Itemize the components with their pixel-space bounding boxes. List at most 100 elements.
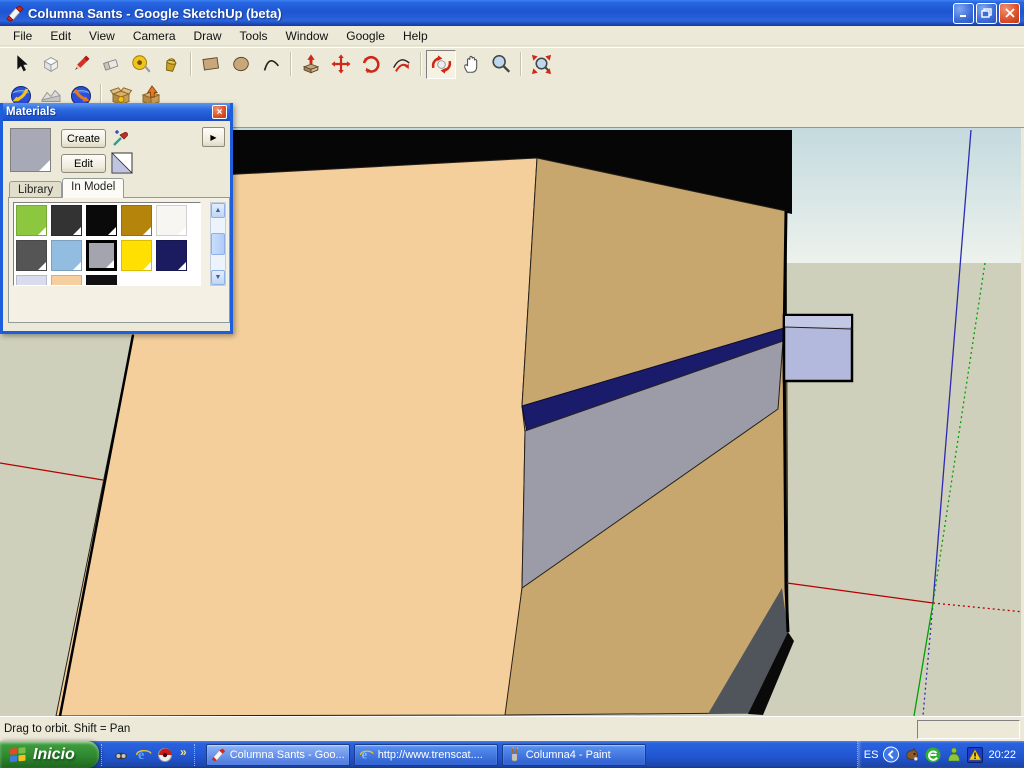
language-indicator[interactable]: ES xyxy=(864,749,879,761)
toolbar-separator xyxy=(520,52,522,76)
alert-tray-icon[interactable] xyxy=(967,747,983,763)
emule-donkey-icon[interactable] xyxy=(904,747,920,763)
restore-button[interactable] xyxy=(976,3,997,24)
main-toolbar xyxy=(0,47,1024,80)
scroll-up-icon[interactable]: ▲ xyxy=(211,203,225,218)
task-label: Columna Sants - Goo... xyxy=(230,749,345,761)
tab-in-model[interactable]: In Model xyxy=(62,178,124,198)
messenger-icon[interactable] xyxy=(946,747,962,763)
select-tool-icon[interactable] xyxy=(6,50,36,79)
menu-help[interactable]: Help xyxy=(394,27,437,45)
menu-window[interactable]: Window xyxy=(277,27,338,45)
move-tool-icon[interactable] xyxy=(326,50,356,79)
material-swatch[interactable] xyxy=(16,205,47,236)
material-swatch[interactable] xyxy=(51,205,82,236)
scroll-thumb[interactable] xyxy=(211,233,225,255)
media-player-icon[interactable] xyxy=(156,746,174,764)
materials-title-bar[interactable]: Materials × xyxy=(3,103,230,121)
toolbar-separator xyxy=(190,52,192,76)
window-title: Columna Sants - Google SketchUp (beta) xyxy=(28,6,951,21)
material-swatch[interactable] xyxy=(156,240,187,271)
tape-measure-tool-icon[interactable] xyxy=(126,50,156,79)
zoom-tool-icon[interactable] xyxy=(486,50,516,79)
task-button-paint[interactable]: Columna4 - Paint xyxy=(502,744,646,766)
make-component-tool-icon[interactable] xyxy=(36,50,66,79)
windows-logo-icon xyxy=(8,745,28,765)
hide-icons-chevron[interactable] xyxy=(883,747,899,763)
tab-library[interactable]: Library xyxy=(9,181,62,198)
offset-tool-icon[interactable] xyxy=(386,50,416,79)
material-swatch-selected[interactable] xyxy=(86,240,117,271)
material-swatch[interactable] xyxy=(16,240,47,271)
create-button[interactable]: Create xyxy=(61,129,106,148)
start-button[interactable]: Inicio xyxy=(0,741,99,768)
system-tray: ES 20:22 xyxy=(857,741,1024,768)
rotate-tool-icon[interactable] xyxy=(356,50,386,79)
zoom-extents-tool-icon[interactable] xyxy=(526,50,556,79)
materials-panel: ▲ ▼ xyxy=(8,197,230,323)
menu-google[interactable]: Google xyxy=(337,27,394,45)
materials-close-icon[interactable]: × xyxy=(212,105,227,119)
circle-tool-icon[interactable] xyxy=(226,50,256,79)
material-swatch[interactable] xyxy=(121,205,152,236)
line-tool-icon[interactable] xyxy=(66,50,96,79)
sample-paint-eyedropper-icon[interactable] xyxy=(112,129,130,147)
task-button-browser[interactable]: e http://www.trenscat.... xyxy=(354,744,498,766)
toolbar-separator xyxy=(290,52,292,76)
task-label: Columna4 - Paint xyxy=(526,749,611,761)
menu-view[interactable]: View xyxy=(80,27,124,45)
menu-tools[interactable]: Tools xyxy=(231,27,277,45)
taskbar-separator xyxy=(194,744,200,766)
paint-bucket-tool-icon[interactable] xyxy=(156,50,186,79)
orbit-tool-icon[interactable] xyxy=(426,50,456,79)
measurements-box[interactable] xyxy=(917,720,1020,739)
materials-body: Create Edit ▶ Library In Model xyxy=(3,121,230,330)
quick-launch: e » xyxy=(109,746,192,764)
sketchup-task-icon xyxy=(211,747,226,762)
task-button-sketchup[interactable]: Columna Sants - Goo... xyxy=(206,744,350,766)
material-swatch[interactable] xyxy=(156,205,187,236)
taskbar: Inicio e » Columna Sants - Goo... e http… xyxy=(0,741,1024,768)
svg-text:e: e xyxy=(361,747,367,761)
pan-tool-icon[interactable] xyxy=(456,50,486,79)
quick-launch-app-icon[interactable] xyxy=(112,746,130,764)
quick-launch-overflow-chevron[interactable]: » xyxy=(178,745,189,759)
minimize-button[interactable] xyxy=(953,3,974,24)
swatch-scrollbar[interactable]: ▲ ▼ xyxy=(210,202,226,286)
menu-bar: File Edit View Camera Draw Tools Window … xyxy=(0,26,1024,46)
internet-explorer-icon[interactable]: e xyxy=(134,746,152,764)
clock[interactable]: 20:22 xyxy=(988,749,1016,761)
material-swatch[interactable] xyxy=(86,275,117,286)
arc-tool-icon[interactable] xyxy=(256,50,286,79)
materials-tabs: Library In Model xyxy=(9,178,124,198)
eraser-tool-icon[interactable] xyxy=(96,50,126,79)
close-button[interactable] xyxy=(999,3,1020,24)
material-swatch[interactable] xyxy=(121,240,152,271)
menu-camera[interactable]: Camera xyxy=(124,27,185,45)
emule-status-icon[interactable] xyxy=(925,747,941,763)
task-buttons: Columna Sants - Goo... e http://www.tren… xyxy=(206,744,857,766)
menu-file[interactable]: File xyxy=(4,27,41,45)
scroll-down-icon[interactable]: ▼ xyxy=(211,270,225,285)
push-pull-tool-icon[interactable] xyxy=(296,50,326,79)
paint-task-icon xyxy=(507,747,522,762)
start-label: Inicio xyxy=(33,746,75,764)
status-hint: Drag to orbit. Shift = Pan xyxy=(0,723,917,735)
internet-explorer-task-icon: e xyxy=(359,747,374,762)
taskbar-separator xyxy=(101,744,107,766)
sketchup-window: Columna Sants - Google SketchUp (beta) F… xyxy=(0,0,1024,768)
material-swatch[interactable] xyxy=(86,205,117,236)
paint-sample-swatch-icon[interactable] xyxy=(111,152,133,174)
material-swatch[interactable] xyxy=(51,240,82,271)
material-swatch[interactable] xyxy=(16,275,47,286)
menu-draw[interactable]: Draw xyxy=(185,27,231,45)
detach-arrow-button[interactable]: ▶ xyxy=(202,127,225,147)
status-bar: Drag to orbit. Shift = Pan xyxy=(0,716,1024,741)
menu-edit[interactable]: Edit xyxy=(41,27,80,45)
material-swatch[interactable] xyxy=(51,275,82,286)
sketchup-app-icon xyxy=(6,4,24,22)
lavender-box[interactable] xyxy=(784,315,852,381)
rectangle-tool-icon[interactable] xyxy=(196,50,226,79)
materials-title: Materials xyxy=(6,106,212,118)
edit-button[interactable]: Edit xyxy=(61,154,106,173)
